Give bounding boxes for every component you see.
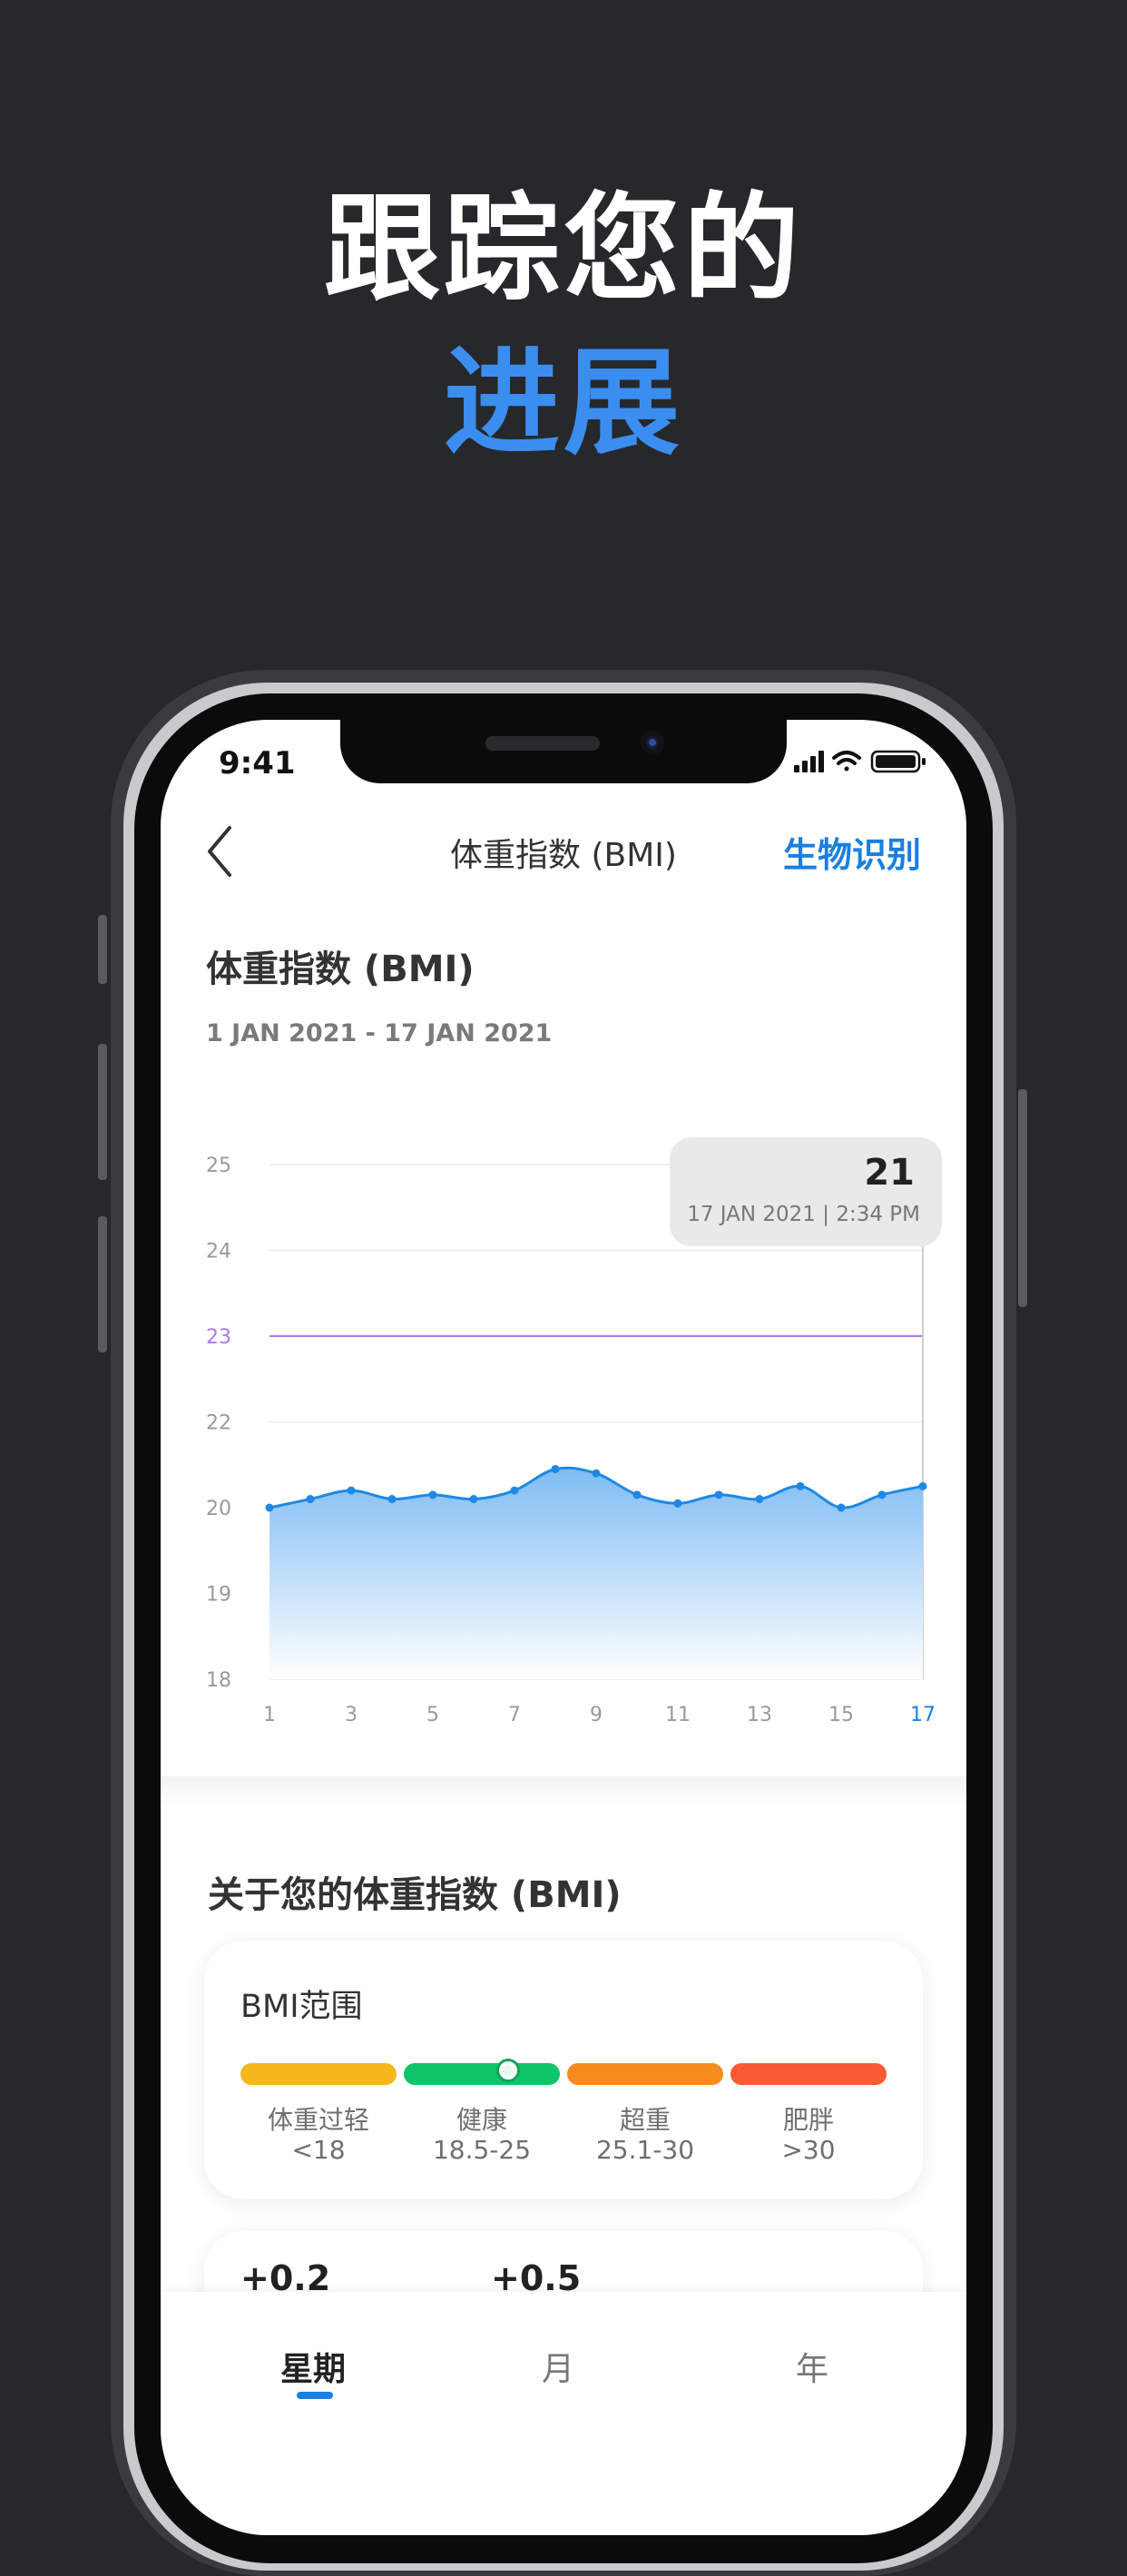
status-icons [794,750,926,773]
power-button [1018,1089,1027,1307]
data-point[interactable] [632,1490,642,1499]
notch [340,720,787,783]
chart-title: 体重指数 (BMI) [206,949,475,990]
range-bar-underweight [240,2063,397,2085]
range-label-obese: 肥胖 [782,2105,834,2135]
data-point[interactable] [306,1495,315,1504]
tab-month[interactable]: 月 [542,2343,574,2390]
tab-active-indicator [297,2392,333,2399]
wifi-icon [832,751,861,772]
mute-switch [98,915,107,984]
range-value-overweight: 25.1-30 [595,2135,695,2165]
data-point[interactable] [551,1464,560,1473]
y-axis-labels: 25 24 23 22 20 19 18 [206,1155,231,1692]
battery-icon [870,750,926,773]
range-bar-overweight [567,2063,723,2085]
tooltip-value: 21 [864,1152,915,1194]
range-bar-obese [730,2063,887,2085]
x-tick-label: 1 [263,1704,276,1726]
status-time: 9:41 [219,745,296,782]
range-bar-healthy [404,2063,560,2085]
chart-tooltip: 21 17 JAN 2021 | 2:34 PM [670,1137,942,1246]
range-value-obese: >30 [781,2135,836,2165]
front-camera [641,731,664,754]
data-point[interactable] [796,1481,805,1490]
data-point[interactable] [265,1503,274,1512]
bmi-range-title: BMI范围 [240,1989,363,2025]
bmi-marker [496,2059,520,2082]
range-label-underweight: 体重过轻 [267,2105,369,2135]
about-bmi-title: 关于您的体重指数 (BMI) [208,1874,622,1916]
promo-headline-accent: 进展 [443,336,683,471]
phone-screen: 9:41 体重指数 (BMI) 生物识别 体重指数 (BMI) 1 JAN 20… [161,720,966,2535]
range-value-healthy: 18.5-25 [432,2135,532,2165]
volume-up-button [98,1044,107,1180]
chart-date-range: 1 JAN 2021 - 17 JAN 2021 [206,1019,553,1047]
range-value-underweight: <18 [291,2135,346,2165]
data-point[interactable] [837,1503,846,1512]
x-tick-label: 3 [345,1704,358,1726]
data-point[interactable] [714,1490,723,1499]
data-point[interactable] [347,1486,356,1495]
y-tick-label: 20 [206,1498,231,1520]
x-tick-label: 9 [590,1704,603,1726]
tab-week[interactable]: 星期 [280,2343,346,2390]
y-tick-label: 22 [206,1412,231,1435]
x-tick-label: 13 [747,1704,772,1726]
biometrics-link[interactable]: 生物识别 [783,827,921,877]
x-tick-label: 15 [828,1704,854,1726]
y-tick-label: 25 [206,1155,231,1177]
volume-down-button [98,1216,107,1352]
x-tick-label: 5 [426,1704,439,1726]
range-label-healthy: 健康 [456,2105,507,2135]
data-point[interactable] [510,1486,519,1495]
chart-area [269,1466,924,1679]
data-point[interactable] [877,1490,887,1499]
data-point[interactable] [469,1495,478,1504]
x-tick-label: 11 [665,1704,691,1726]
x-axis-labels: 1 3 5 7 9 11 13 15 17 [263,1704,936,1726]
data-point[interactable] [673,1499,682,1508]
tooltip-date: 17 JAN 2021 | 2:34 PM [687,1203,920,1226]
y-tick-label: 19 [206,1584,231,1607]
y-tick-label: 24 [206,1241,231,1263]
tab-year[interactable]: 年 [796,2343,828,2390]
section-divider [161,1776,966,1809]
signal-icon [794,751,824,772]
x-tick-label: 7 [508,1704,521,1726]
y-tick-label: 23 [206,1326,231,1349]
earpiece [485,736,600,751]
data-point[interactable] [428,1490,437,1499]
x-tick-label: 17 [910,1704,936,1726]
data-point[interactable] [592,1469,601,1478]
data-point[interactable] [918,1481,927,1490]
y-tick-label: 18 [206,1669,231,1692]
bottom-tab-bar: 星期 月 年 [161,2292,966,2535]
range-label-overweight: 超重 [619,2105,671,2135]
data-point[interactable] [387,1495,397,1504]
promo-headline: 跟踪您的 [323,182,803,317]
bmi-range-card: BMI范围 体重过轻 <18 健康 18.5-25 超重 25.1-30 肥胖 … [204,1941,923,2199]
data-point[interactable] [755,1495,764,1504]
